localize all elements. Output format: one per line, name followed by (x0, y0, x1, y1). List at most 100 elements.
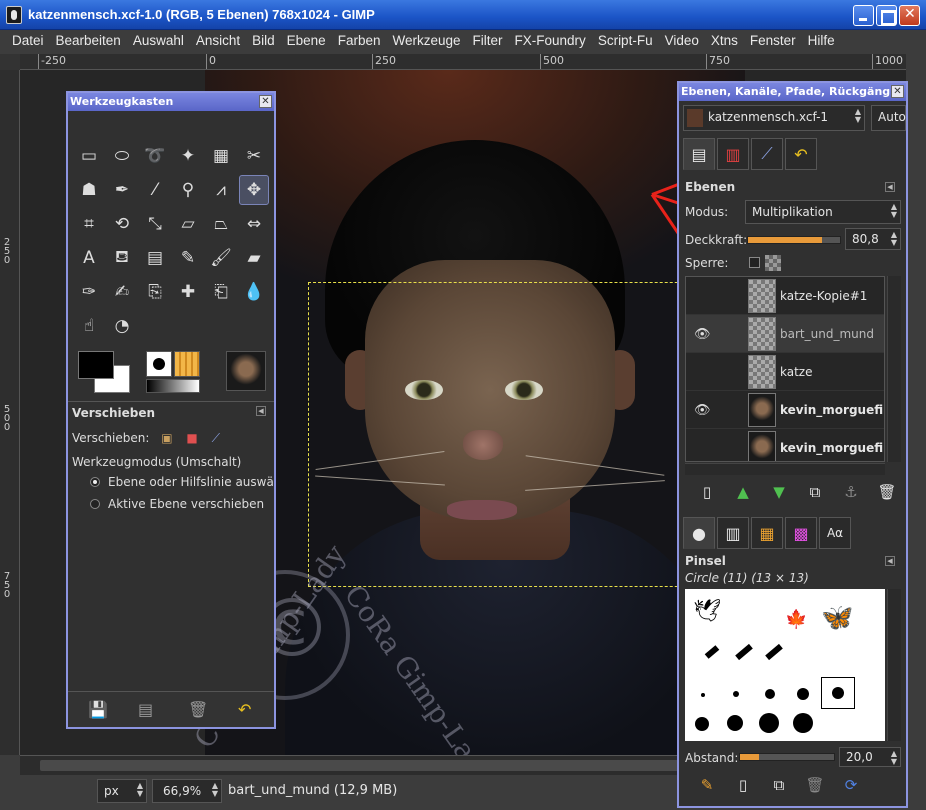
toolbox-close-button[interactable]: ✕ (259, 95, 272, 108)
menu-video[interactable]: Video (659, 30, 705, 54)
edit-brush-icon[interactable]: ✎ (689, 776, 725, 794)
layer-selection-boundary[interactable] (308, 282, 728, 587)
mode-select[interactable]: Multiplikation ▲ ▼ (745, 200, 901, 224)
close-button[interactable] (899, 5, 920, 26)
lasso-icon[interactable]: ➰ (140, 141, 170, 171)
brush-item[interactable] (765, 643, 783, 661)
ink-icon[interactable]: ✍ (107, 277, 137, 307)
eye-icon[interactable]: 👁 (694, 327, 711, 342)
brush-item[interactable] (733, 691, 739, 697)
paths-icon[interactable]: ✒ (107, 175, 137, 205)
text-icon[interactable]: A (74, 243, 104, 273)
lock-alpha-icon[interactable] (765, 255, 781, 271)
restore-options-icon[interactable]: ▤ (138, 700, 153, 719)
menu-bearbeiten[interactable]: Bearbeiten (50, 30, 127, 54)
delete-brush-icon[interactable]: 🗑 (797, 776, 833, 794)
rotate-icon[interactable]: ⟲ (107, 209, 137, 239)
tab-gradients-icon[interactable]: ▥ (717, 517, 749, 549)
ellipse-select-icon[interactable]: ⬭ (107, 141, 137, 171)
configure-tab-icon[interactable]: ◀ (256, 406, 266, 416)
brush-selected[interactable] (821, 677, 855, 709)
leaf-brush-icon[interactable]: 🍁 (785, 609, 807, 630)
move-path-icon[interactable]: ⟋ (212, 431, 220, 445)
dodge-burn-icon[interactable]: ◔ (107, 311, 137, 341)
menu-xtns[interactable]: Xtns (705, 30, 744, 54)
menu-ebene[interactable]: Ebene (281, 30, 332, 54)
configure-tab-icon[interactable]: ◀ (885, 182, 895, 192)
menu-fx-foundry[interactable]: FX-Foundry (509, 30, 592, 54)
smudge-icon[interactable]: ☝ (74, 311, 104, 341)
brush-item[interactable] (695, 717, 709, 731)
layer-row[interactable]: 👁 kevin_morguefile (686, 391, 884, 429)
airbrush-icon[interactable]: ✑ (74, 277, 104, 307)
menu-auswahl[interactable]: Auswahl (127, 30, 190, 54)
layer-row[interactable]: 👁 bart_und_mund (686, 315, 884, 353)
foreground-select-icon[interactable]: ☗ (74, 175, 104, 205)
tab-fonts-icon[interactable]: Aα (819, 517, 851, 549)
heal-icon[interactable]: ✚ (173, 277, 203, 307)
brush-item[interactable] (759, 713, 779, 733)
layer-row[interactable]: katze (686, 353, 884, 391)
perspective-clone-icon[interactable]: ⎗ (206, 277, 236, 307)
flip-icon[interactable]: ⇔ (239, 209, 269, 239)
minimize-button[interactable] (853, 5, 874, 26)
delete-options-icon[interactable]: 🗑 (188, 700, 208, 719)
scale-icon[interactable]: ⤡ (140, 209, 170, 239)
bird-brush-icon[interactable]: 🕊 (693, 599, 721, 624)
brush-grid[interactable]: 🕊 🍁 🦋 (685, 589, 885, 741)
ruler-corner[interactable] (0, 54, 20, 70)
new-layer-icon[interactable]: ▯ (689, 483, 725, 501)
tab-brushes-icon[interactable]: ● (683, 517, 715, 549)
menu-farben[interactable]: Farben (332, 30, 387, 54)
brush-item[interactable] (793, 713, 813, 733)
brush-item[interactable] (735, 643, 753, 661)
zoom-icon[interactable]: ⚲ (173, 175, 203, 205)
refresh-brushes-icon[interactable]: ⟳ (833, 776, 869, 794)
brush-grid-scrollbar[interactable] (887, 589, 901, 741)
bucket-fill-icon[interactable]: ⛾ (107, 243, 137, 273)
radio-pick-layer[interactable]: Ebene oder Hilfslinie auswählen (90, 475, 274, 489)
crop-icon[interactable]: ⌗ (74, 209, 104, 239)
menu-werkzeuge[interactable]: Werkzeuge (386, 30, 466, 54)
paintbrush-icon[interactable]: 🖌 (206, 243, 236, 273)
zoom-select[interactable]: 66,9% ▲ ▼ (152, 779, 222, 803)
tab-layers-icon[interactable]: ▤ (683, 138, 715, 170)
opacity-slider[interactable] (747, 236, 841, 244)
duplicate-layer-icon[interactable]: ⧉ (797, 483, 833, 501)
radio-move-active-layer[interactable]: Aktive Ebene verschieben (90, 497, 264, 511)
move-icon[interactable]: ✥ (239, 175, 269, 205)
brush-item[interactable] (797, 688, 809, 700)
eye-icon[interactable]: 👁 (694, 403, 711, 418)
tab-patterns-icon[interactable]: ▦ (751, 517, 783, 549)
menu-ansicht[interactable]: Ansicht (190, 30, 246, 54)
opacity-spinbox[interactable]: 80,8 ▲ ▼ (845, 228, 901, 250)
clone-icon[interactable]: ⎘ (140, 277, 170, 307)
maximize-button[interactable] (876, 5, 897, 26)
measure-icon[interactable]: ⩘ (206, 175, 236, 205)
delete-layer-icon[interactable]: 🗑 (869, 483, 905, 501)
menu-hilfe[interactable]: Hilfe (802, 30, 841, 54)
new-brush-icon[interactable]: ▯ (725, 776, 761, 794)
layer-row[interactable]: katze-Kopie#1 (686, 277, 884, 315)
rect-select-icon[interactable]: ▭ (74, 141, 104, 171)
layer-row[interactable]: kevin_morguefile (686, 429, 884, 461)
active-brush-preview[interactable] (146, 351, 172, 377)
tab-paths-icon[interactable]: ⟋ (751, 138, 783, 170)
layers-dock-close-button[interactable]: ✕ (891, 85, 904, 98)
menu-fenster[interactable]: Fenster (744, 30, 802, 54)
eraser-icon[interactable]: ▰ (239, 243, 269, 273)
raise-layer-icon[interactable]: ▲ (725, 483, 761, 501)
layer-list-scrollbar[interactable] (887, 276, 901, 462)
brush-item[interactable] (704, 645, 720, 659)
brush-item[interactable] (701, 693, 705, 697)
color-select-icon[interactable]: ▦ (206, 141, 236, 171)
active-image-preview[interactable] (226, 351, 266, 391)
vertical-ruler[interactable]: 250 500 750 (0, 70, 20, 755)
active-gradient-preview[interactable] (146, 379, 200, 393)
gimp-app-icon[interactable] (6, 6, 22, 24)
unit-select[interactable]: px ▲ ▼ (97, 779, 147, 803)
spacing-slider[interactable] (739, 753, 835, 761)
move-layer-icon[interactable]: ▣ (161, 431, 172, 445)
blur-icon[interactable]: 💧 (239, 277, 269, 307)
move-selection-icon[interactable]: ■ (186, 431, 197, 445)
